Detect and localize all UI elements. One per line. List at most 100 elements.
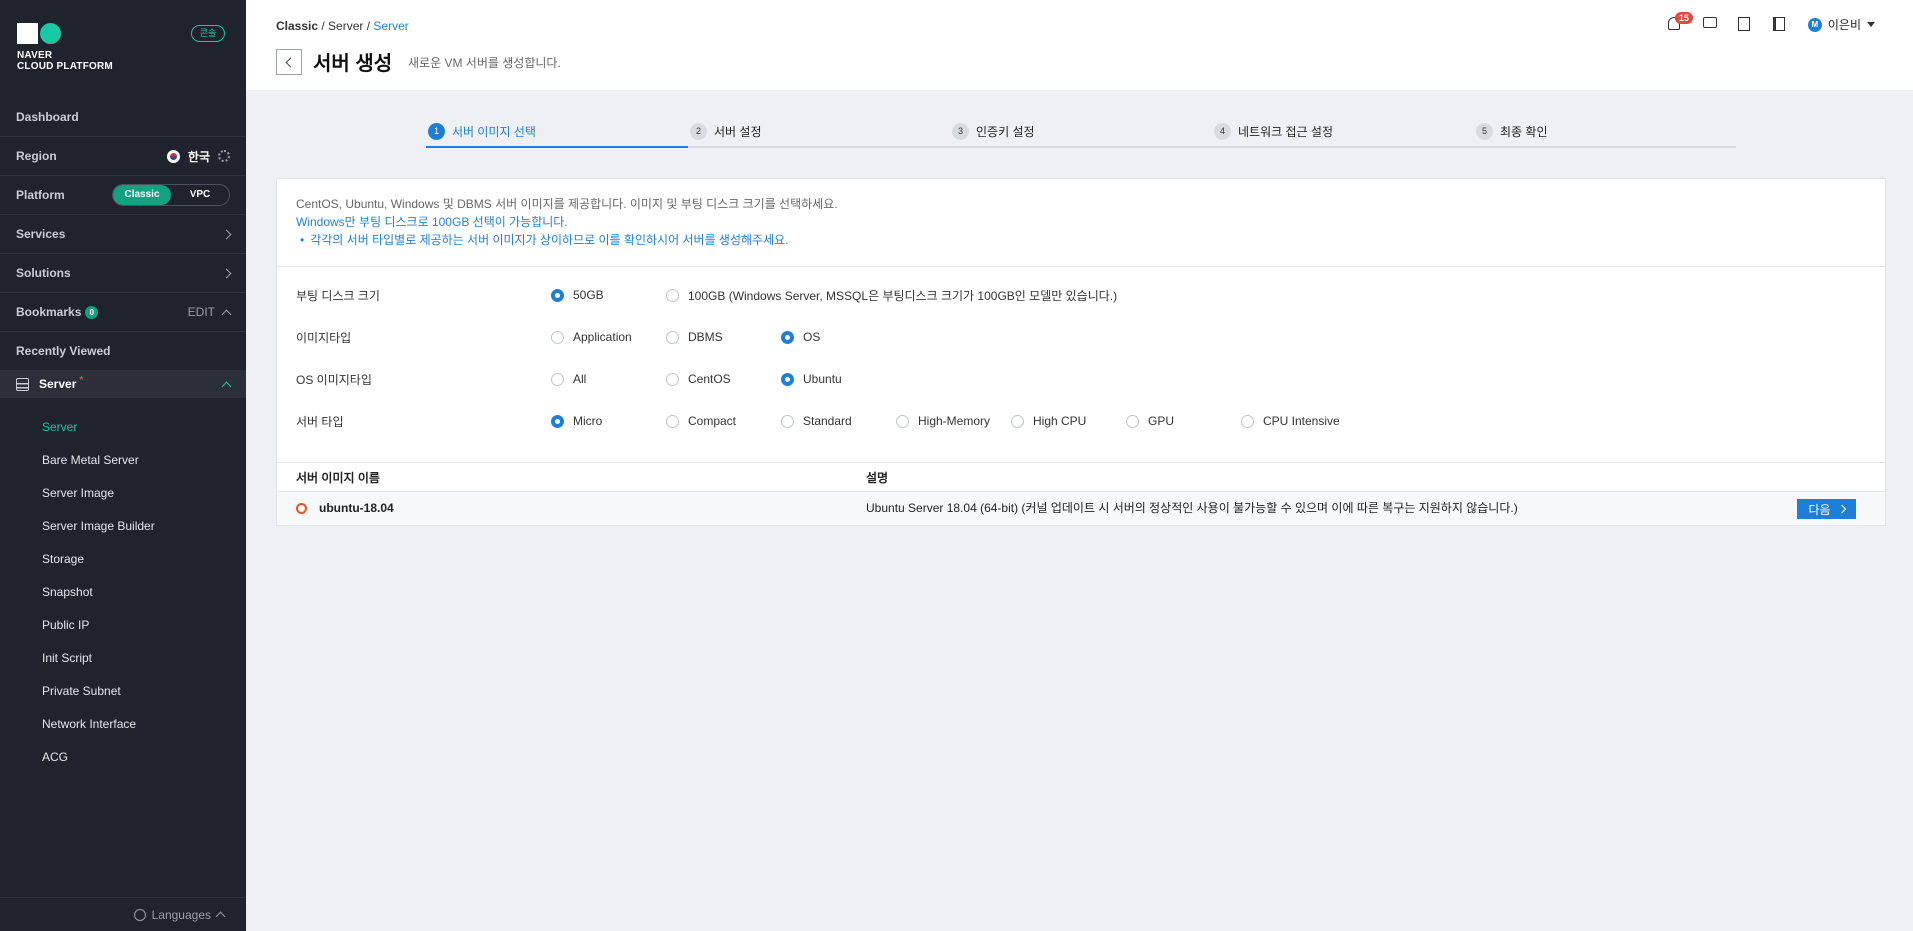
platform-vpc-option[interactable]: VPC: [171, 185, 229, 205]
option-label: Micro: [573, 414, 603, 428]
chevron-left-icon: [285, 57, 296, 67]
radio-checked-icon: [551, 414, 564, 428]
step-number: 3: [952, 122, 969, 140]
platform-toggle[interactable]: Classic VPC: [112, 184, 230, 206]
logo-mark-icon: [17, 23, 113, 44]
image-name: ubuntu-18.04: [319, 501, 394, 515]
sidebar-group-label: Server: [39, 377, 77, 391]
guide-button[interactable]: [1772, 17, 1788, 32]
platform-classic-option[interactable]: Classic: [113, 185, 171, 205]
notification-button[interactable]: 15: [1667, 12, 1693, 32]
os-type-ubuntu-radio[interactable]: Ubuntu: [781, 372, 842, 386]
image-type-application-radio[interactable]: Application: [551, 330, 632, 344]
option-label: 50GB: [573, 288, 604, 302]
server-type-high-cpu-radio[interactable]: High CPU: [1011, 414, 1086, 428]
sidebar-item-services[interactable]: Services: [0, 214, 246, 253]
server-type-high-memory-radio[interactable]: High-Memory: [896, 414, 990, 428]
header-toolbar: 15 M 이은비: [1667, 12, 1875, 33]
column-header-description: 설명: [866, 471, 889, 485]
breadcrumb-item-classic[interactable]: Classic: [276, 19, 318, 33]
step-auth-key[interactable]: 3 인증키 설정: [950, 116, 1212, 146]
subnav-item-network-interface[interactable]: Network Interface: [0, 708, 246, 741]
step-label: 최종 확인: [1500, 124, 1548, 139]
page-header: Classic / Server / Server 서버 생성 새로운 VM 서…: [246, 0, 1913, 90]
region-label: Region: [16, 149, 57, 163]
ubuntu-icon: [296, 503, 307, 514]
radio-icon: [781, 414, 794, 428]
info-text: CentOS, Ubuntu, Windows 및 DBMS 서버 이미지를 제…: [296, 197, 838, 211]
sidebar-item-label: Services: [16, 227, 66, 241]
step-server-image[interactable]: 1 서버 이미지 선택: [426, 116, 688, 148]
subnav-item-acg[interactable]: ACG: [0, 741, 246, 774]
breadcrumb: Classic / Server / Server: [276, 19, 409, 33]
subnav-item-server-image[interactable]: Server Image: [0, 477, 246, 510]
next-button[interactable]: 다음: [1797, 499, 1856, 519]
languages-button[interactable]: Languages: [0, 897, 246, 931]
radio-icon: [896, 414, 909, 428]
chevron-right-icon: [1837, 504, 1846, 514]
server-type-gpu-radio[interactable]: GPU: [1126, 414, 1174, 428]
sidebar-item-dashboard[interactable]: Dashboard: [0, 97, 246, 136]
subnav-item-server-image-builder[interactable]: Server Image Builder: [0, 510, 246, 543]
sidebar-item-platform: Platform Classic VPC: [0, 175, 246, 214]
naver-cloud-logo[interactable]: NAVER CLOUD PLATFORM: [17, 23, 113, 72]
option-label: DBMS: [688, 330, 723, 344]
user-menu[interactable]: M 이은비: [1807, 16, 1875, 33]
subnav-item-storage[interactable]: Storage: [0, 543, 246, 576]
boot-disk-50gb-radio[interactable]: 50GB: [551, 288, 604, 302]
option-label: OS: [803, 330, 821, 344]
server-type-standard-radio[interactable]: Standard: [781, 414, 852, 428]
boot-disk-100gb-radio[interactable]: 100GB (Windows Server, MSSQL은 부팅디스크 크기가 …: [666, 287, 1117, 304]
option-label: CentOS: [688, 372, 731, 386]
radio-checked-icon: [781, 372, 794, 386]
info-box: CentOS, Ubuntu, Windows 및 DBMS 서버 이미지를 제…: [277, 179, 1885, 267]
os-type-centos-radio[interactable]: CentOS: [666, 372, 731, 386]
chat-button[interactable]: [1702, 17, 1718, 32]
subnav-item-private-subnet[interactable]: Private Subnet: [0, 675, 246, 708]
radio-icon: [1011, 414, 1024, 428]
breadcrumb-item-current[interactable]: Server: [373, 19, 408, 33]
console-badge[interactable]: 콘솔: [191, 25, 225, 42]
os-type-all-radio[interactable]: All: [551, 372, 586, 386]
radio-checked-icon: [551, 288, 564, 302]
server-type-compact-radio[interactable]: Compact: [666, 414, 736, 428]
platform-label: Platform: [16, 188, 65, 202]
subnav-item-server[interactable]: Server: [0, 411, 246, 444]
gear-icon[interactable]: [218, 150, 230, 162]
sidebar-group-server[interactable]: Server *: [0, 370, 246, 398]
back-button[interactable]: [276, 49, 302, 75]
server-type-micro-radio[interactable]: Micro: [551, 414, 602, 428]
breadcrumb-item-server[interactable]: Server: [328, 19, 363, 33]
image-type-dbms-radio[interactable]: DBMS: [666, 330, 723, 344]
sidebar-item-region[interactable]: Region 한국: [0, 136, 246, 175]
image-type-os-radio[interactable]: OS: [781, 330, 820, 344]
step-label: 네트워크 접근 설정: [1238, 124, 1333, 139]
step-network-access[interactable]: 4 네트워크 접근 설정: [1212, 116, 1474, 146]
edit-doc-button[interactable]: [1737, 17, 1753, 32]
chevron-up-icon[interactable]: [221, 381, 232, 391]
step-number: 1: [428, 122, 445, 140]
radio-icon: [1241, 414, 1254, 428]
bookmarks-edit-button[interactable]: EDIT: [188, 305, 215, 319]
bookmarks-count-badge: 0: [85, 305, 99, 319]
server-type-cpu-intensive-radio[interactable]: CPU Intensive: [1241, 414, 1340, 428]
server-type-row: 서버 타입 Micro Compact Standard High-Memory…: [296, 411, 1796, 431]
sidebar-item-solutions[interactable]: Solutions: [0, 253, 246, 292]
subnav-item-snapshot[interactable]: Snapshot: [0, 576, 246, 609]
column-header-name: 서버 이미지 이름: [296, 471, 380, 485]
option-label: Ubuntu: [803, 372, 842, 386]
step-number: 5: [1476, 122, 1493, 140]
chevron-up-icon[interactable]: [221, 309, 232, 319]
table-row[interactable]: ubuntu-18.04 Ubuntu Server 18.04 (64-bit…: [277, 492, 1885, 525]
logo-line1: NAVER: [17, 50, 53, 61]
subnav-item-init-script[interactable]: Init Script: [0, 642, 246, 675]
step-number: 2: [690, 122, 707, 140]
sidebar-item-recently-viewed[interactable]: Recently Viewed: [0, 331, 246, 370]
info-bullet: 각각의 서버 타입별로 제공하는 서버 이미지가 상이하므로 이를 확인하시어 …: [296, 231, 1866, 249]
step-final-review[interactable]: 5 최종 확인: [1474, 116, 1736, 146]
sidebar-item-bookmarks[interactable]: Bookmarks 0 EDIT: [0, 292, 246, 331]
subnav-item-public-ip[interactable]: Public IP: [0, 609, 246, 642]
subnav-item-bare-metal-server[interactable]: Bare Metal Server: [0, 444, 246, 477]
os-image-type-row: OS 이미지타입 All CentOS Ubuntu: [296, 369, 1796, 389]
step-server-settings[interactable]: 2 서버 설정: [688, 116, 950, 146]
